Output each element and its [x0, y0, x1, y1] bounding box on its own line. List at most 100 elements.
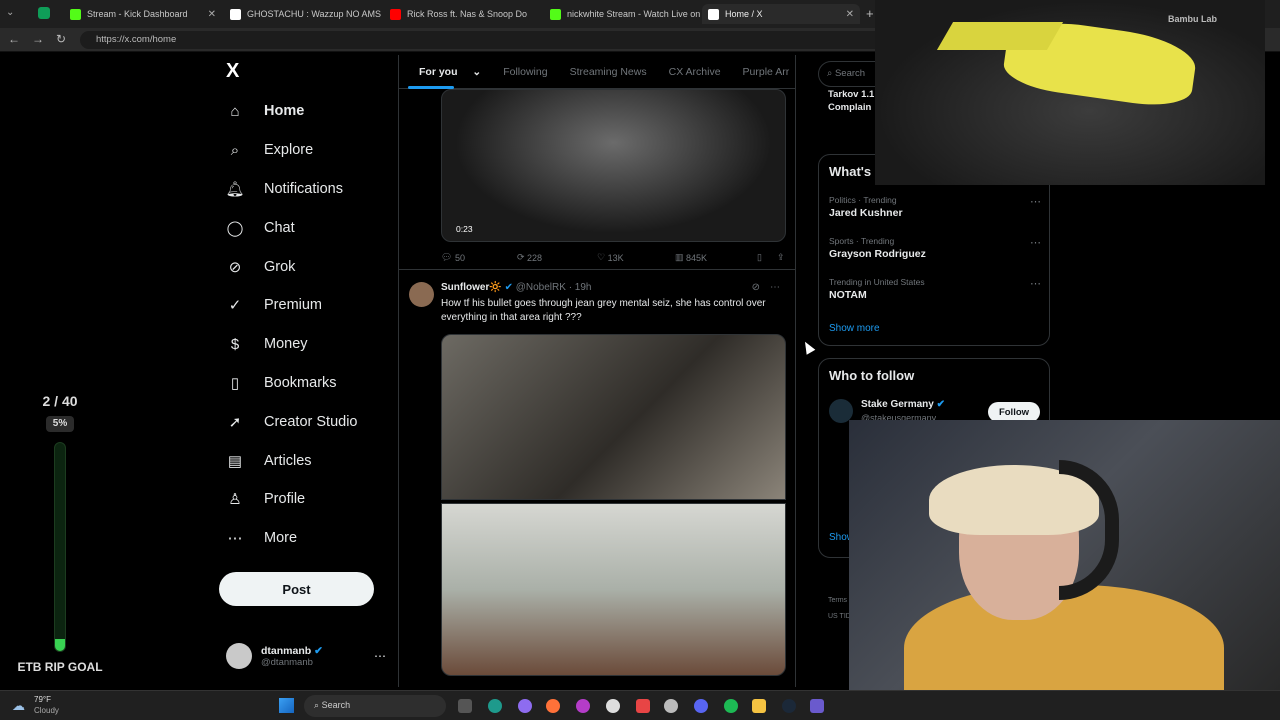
more-icon[interactable]: ⋯ [374, 649, 386, 663]
taskbar-search[interactable]: ⌕ Search [304, 695, 446, 717]
copilot-icon[interactable] [518, 699, 532, 713]
nav-item-bookmarks[interactable]: ▯ Bookmarks [218, 364, 388, 403]
windows-taskbar: ☁ 79°F Cloudy ⌕ Search [0, 690, 1280, 720]
nav-item-chat[interactable]: ◯ Chat [218, 208, 388, 247]
post-image[interactable] [441, 334, 786, 500]
nav-label: Bookmarks [264, 374, 337, 391]
account-handle: @dtanmanb [261, 656, 313, 668]
account-switcher[interactable]: dtanmanb ✔ @dtanmanb ⋯ [226, 640, 386, 672]
avatar[interactable] [409, 282, 434, 307]
steam-icon[interactable] [782, 699, 796, 713]
tab-nickwhite[interactable]: nickwhite Stream - Watch Live on [544, 4, 702, 24]
x-logo[interactable]: X [226, 60, 239, 83]
grok-icon[interactable]: ⊘ [752, 282, 760, 293]
x-icon [708, 8, 719, 20]
nav-item-explore[interactable]: ⌕ Explore [218, 131, 388, 170]
suggest-name[interactable]: Stake Germany ✔ [861, 399, 945, 410]
follow-button[interactable]: Follow [988, 402, 1040, 422]
trend-name: Grayson Rodriguez [829, 248, 926, 260]
x-icon [230, 8, 241, 20]
video-duration: 0:23 [456, 224, 473, 234]
more-icon[interactable]: ⋯ [770, 282, 780, 293]
goal-overlay: 2 / 40 5% ETB RIP GOAL [0, 390, 120, 690]
rocket-icon: ➚ [228, 413, 242, 431]
firefox-icon[interactable] [546, 699, 560, 713]
trend-item[interactable]: Sports · Trending Grayson Rodriguez ⋯ [829, 236, 1041, 260]
tab-home-x[interactable]: Home / X ✕ [702, 4, 860, 24]
search-icon: ⌕ [230, 141, 240, 159]
more-icon[interactable]: ⋯ [1030, 195, 1041, 208]
footer-terms[interactable]: Terms [828, 597, 847, 604]
show-more-link[interactable]: Show more [829, 323, 880, 334]
nav-item-notifications[interactable]: 🔔︎ Notifications [218, 170, 388, 209]
reload-icon[interactable]: ↻ [56, 32, 66, 46]
obs-icon[interactable] [606, 699, 620, 713]
verified-icon: ✔ [936, 399, 945, 410]
tab-streaming-news[interactable]: Streaming News [570, 66, 647, 78]
music-icon[interactable] [664, 699, 678, 713]
trend-item[interactable]: Politics · Trending Jared Kushner ⋯ [829, 195, 1041, 219]
nav-label: More [264, 530, 298, 547]
tab-title: nickwhite Stream - Watch Live on [567, 9, 701, 19]
nav-label: Explore [264, 142, 314, 159]
goal-bar-fill [55, 638, 65, 651]
top-snippet[interactable]: Tarkov 1.1 Complain [828, 88, 876, 114]
app-icon[interactable] [576, 699, 590, 713]
youtube-icon [390, 8, 401, 20]
tab-following[interactable]: Following [503, 66, 547, 78]
weather-temp[interactable]: 79°F [34, 695, 51, 704]
nav-item-premium[interactable]: ✓ Premium [218, 286, 388, 325]
nav-item-money[interactable]: $ Money [218, 325, 388, 364]
task-view-icon[interactable] [458, 699, 472, 713]
new-tab-icon[interactable]: + [866, 6, 874, 21]
more-icon[interactable]: ⋯ [1030, 277, 1041, 290]
reply-button[interactable]: 💬︎ 50 [441, 252, 517, 263]
post-button[interactable]: Post [219, 572, 374, 606]
nav-label: Money [264, 336, 308, 353]
tab-youtube[interactable]: Rick Ross ft. Nas & Snoop Do [384, 4, 542, 24]
author-handle[interactable]: @NobelRK [516, 282, 566, 293]
tab-ghostachu[interactable]: GHOSTACHU : Wazzup NO AMS - ✕ [224, 4, 382, 24]
nav-label: Notifications [264, 180, 343, 197]
close-icon[interactable]: ✕ [840, 9, 854, 20]
nav-item-creator-studio[interactable]: ➚ Creator Studio [218, 402, 388, 441]
nav-item-home[interactable]: ⌂ Home [218, 92, 388, 131]
tab-kick-dashboard[interactable]: Stream - Kick Dashboard ✕ [64, 4, 222, 24]
tab-for-you[interactable]: For you ⌄ [409, 66, 481, 78]
post-image[interactable] [441, 503, 786, 676]
app-icon[interactable] [636, 699, 650, 713]
close-icon[interactable]: ✕ [202, 9, 216, 20]
spotify-icon[interactable] [724, 699, 738, 713]
trend-meta: Trending in United States [829, 277, 925, 287]
nav-item-more[interactable]: ⋯ More [218, 519, 388, 558]
bookmark-icon[interactable]: ▯ [757, 252, 777, 263]
discord-icon[interactable] [694, 699, 708, 713]
nav-item-grok[interactable]: ⊘ Grok [218, 247, 388, 286]
start-icon[interactable] [279, 698, 294, 713]
back-icon[interactable]: ← [8, 32, 20, 46]
like-button[interactable]: ♡ 13K [597, 252, 675, 263]
author-name[interactable]: Sunflower🔆 [441, 282, 502, 293]
edge-icon[interactable] [488, 699, 502, 713]
video-player[interactable]: 0:23 [441, 89, 786, 242]
trend-item[interactable]: Trending in United States NOTAM ⋯ [829, 277, 1041, 301]
tab-cx-archive[interactable]: CX Archive [669, 66, 721, 78]
goal-progress: 2 / 40 [42, 393, 78, 409]
tab-menu-icon[interactable]: ⌄ [6, 7, 14, 18]
repost-button[interactable]: ⟳ 228 [517, 252, 597, 263]
tab-purple-arr[interactable]: Purple Arr [743, 66, 790, 78]
share-icon[interactable]: ⇪ [777, 252, 785, 263]
forward-icon[interactable]: → [32, 32, 44, 46]
footer-us[interactable]: US TID [828, 613, 851, 620]
folder-icon[interactable] [752, 699, 766, 713]
post-time[interactable]: · 19h [569, 282, 592, 293]
nav-item-articles[interactable]: ▤ Articles [218, 441, 388, 480]
sheets-icon[interactable] [38, 7, 50, 19]
more-icon[interactable]: ⋯ [1030, 236, 1041, 249]
views-button[interactable]: ▥ 845K [675, 252, 757, 263]
who-to-follow-title: Who to follow [829, 368, 915, 383]
nav-item-profile[interactable]: ♙ Profile [218, 480, 388, 519]
cloud-icon: ☁ [12, 698, 25, 713]
app-icon[interactable] [810, 699, 824, 713]
tab-title: Home / X [725, 9, 763, 19]
